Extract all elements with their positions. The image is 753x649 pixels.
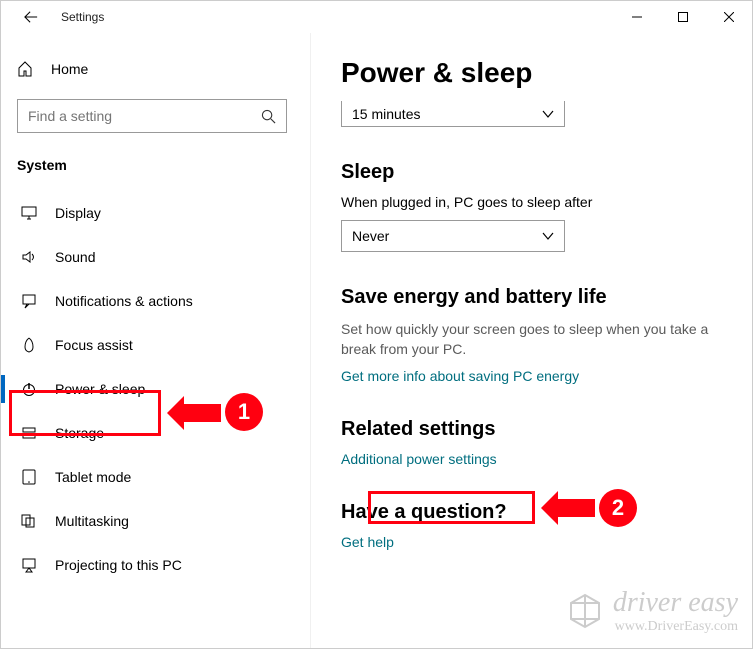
maximize-icon (678, 12, 688, 22)
close-button[interactable] (706, 1, 752, 33)
energy-heading: Save energy and battery life (341, 286, 732, 309)
sidebar-item-sound[interactable]: Sound (11, 235, 310, 279)
sound-icon (21, 249, 37, 265)
window-controls (614, 1, 752, 33)
sidebar-item-projecting[interactable]: Projecting to this PC (11, 543, 310, 587)
window-title: Settings (61, 10, 104, 24)
sidebar-item-power-sleep[interactable]: Power & sleep (11, 367, 310, 411)
projecting-icon (21, 557, 37, 573)
chevron-down-icon (542, 108, 554, 120)
back-arrow-icon (24, 10, 38, 24)
dropdown-value: Never (352, 228, 389, 244)
chevron-down-icon (542, 230, 554, 242)
sidebar-item-focus-assist[interactable]: Focus assist (11, 323, 310, 367)
home-label: Home (51, 61, 88, 77)
additional-power-settings-link[interactable]: Additional power settings (341, 451, 732, 467)
sleep-label: When plugged in, PC goes to sleep after (341, 194, 732, 210)
minimize-icon (632, 12, 642, 22)
page-title: Power & sleep (341, 57, 732, 89)
focus-icon (21, 337, 37, 353)
sidebar: Home System Display Sound Notifications … (1, 33, 311, 648)
sidebar-item-label: Notifications & actions (55, 293, 193, 309)
minimize-button[interactable] (614, 1, 660, 33)
sidebar-item-label: Focus assist (55, 337, 133, 353)
notifications-icon (21, 293, 37, 309)
related-heading: Related settings (341, 418, 732, 441)
dropdown-value: 15 minutes (352, 106, 420, 122)
storage-icon (21, 425, 37, 441)
multitasking-icon (21, 513, 37, 529)
close-icon (724, 12, 734, 22)
sidebar-item-label: Power & sleep (55, 381, 145, 397)
sidebar-item-multitasking[interactable]: Multitasking (11, 499, 310, 543)
search-input[interactable] (28, 108, 261, 124)
energy-info-link[interactable]: Get more info about saving PC energy (341, 368, 732, 384)
maximize-button[interactable] (660, 1, 706, 33)
tablet-icon (21, 469, 37, 485)
sidebar-item-storage[interactable]: Storage (11, 411, 310, 455)
question-heading: Have a question? (341, 501, 732, 524)
home-icon (17, 61, 33, 77)
search-icon (261, 109, 276, 124)
display-icon (21, 205, 37, 221)
sidebar-item-notifications[interactable]: Notifications & actions (11, 279, 310, 323)
search-box[interactable] (17, 99, 287, 133)
sleep-heading: Sleep (341, 161, 732, 184)
sidebar-item-label: Projecting to this PC (55, 557, 182, 573)
title-bar: Settings (1, 1, 752, 33)
screen-timeout-dropdown[interactable]: 15 minutes (341, 101, 565, 127)
sidebar-item-tablet-mode[interactable]: Tablet mode (11, 455, 310, 499)
sidebar-item-label: Display (55, 205, 101, 221)
power-icon (21, 381, 37, 397)
main-content: Power & sleep 15 minutes Sleep When plug… (311, 33, 752, 648)
get-help-link[interactable]: Get help (341, 534, 732, 550)
home-item[interactable]: Home (17, 51, 310, 87)
sidebar-item-label: Storage (55, 425, 104, 441)
sidebar-item-label: Multitasking (55, 513, 129, 529)
sidebar-item-label: Sound (55, 249, 95, 265)
sidebar-section-label: System (17, 157, 310, 173)
sidebar-item-label: Tablet mode (55, 469, 131, 485)
sidebar-item-display[interactable]: Display (11, 191, 310, 235)
energy-description: Set how quickly your screen goes to slee… (341, 319, 732, 360)
sleep-timeout-dropdown[interactable]: Never (341, 220, 565, 252)
back-button[interactable] (19, 10, 43, 24)
